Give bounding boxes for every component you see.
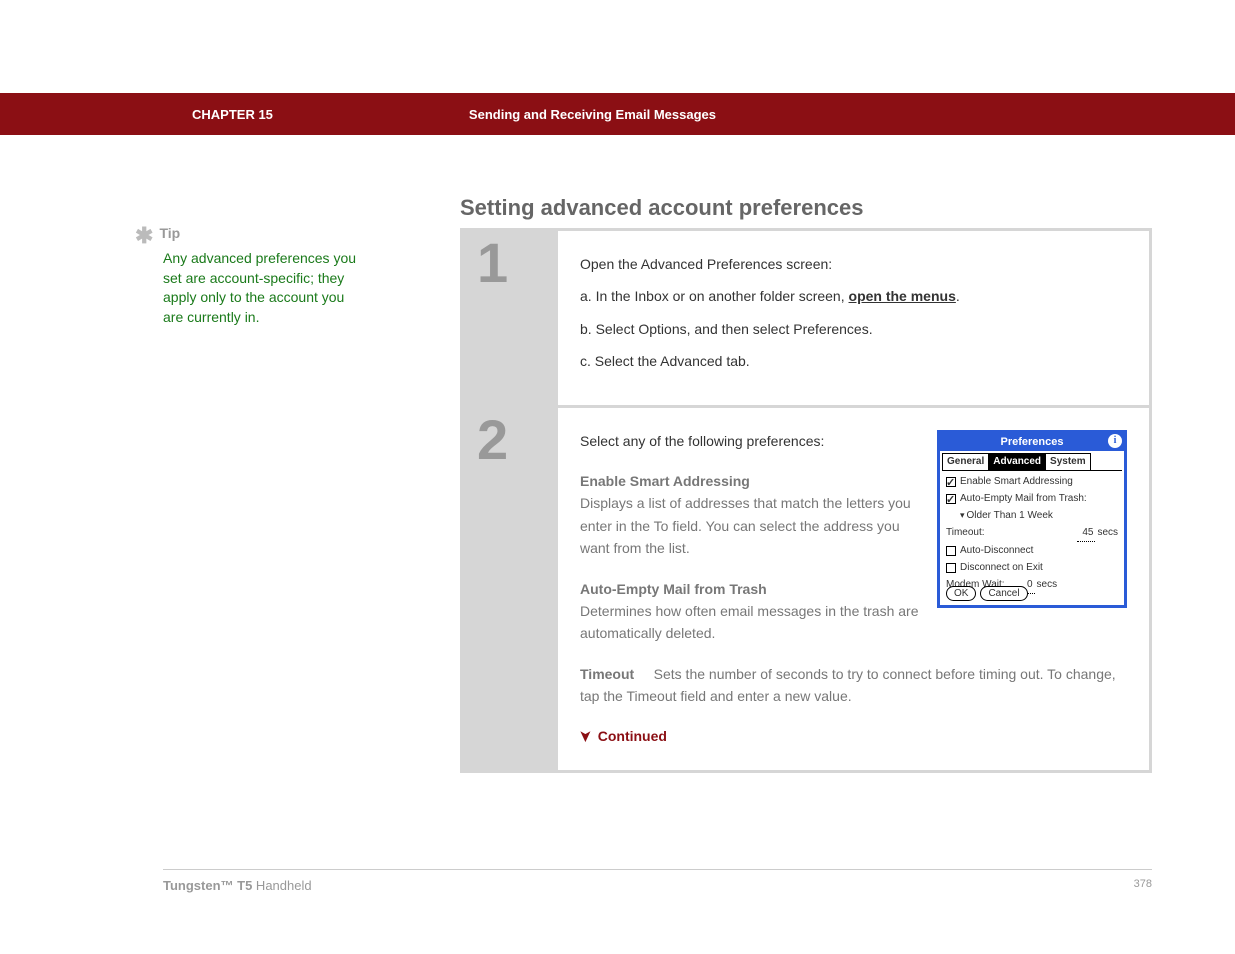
step-body: Open the Advanced Preferences screen: a.…	[558, 231, 1149, 405]
tab-general[interactable]: General	[942, 453, 989, 470]
timeout-unit: secs	[1097, 525, 1118, 541]
step1-a: a. In the Inbox or on another folder scr…	[580, 285, 1127, 307]
timeout-value: 45	[1077, 525, 1095, 542]
footer: Tungsten™ T5 Handheld 378	[163, 869, 1152, 893]
footer-page-number: 378	[1134, 878, 1152, 893]
step2-intro: Select any of the following preferences:	[580, 430, 919, 452]
modem-unit: secs	[1037, 577, 1058, 593]
tab-system[interactable]: System	[1045, 453, 1091, 470]
pref-auto-empty-desc: Determines how often email messages in t…	[580, 600, 919, 645]
chk-label: Auto-Disconnect	[960, 543, 1033, 559]
pref-auto-empty-title: Auto-Empty Mail from Trash	[580, 578, 919, 600]
pref-smart-addressing-title: Enable Smart Addressing	[580, 470, 919, 492]
chk-smart-addressing[interactable]: Enable Smart Addressing	[946, 474, 1118, 490]
footer-product-bold: Tungsten™ T5	[163, 878, 252, 893]
step1-a-suffix: .	[956, 288, 960, 304]
header-bar: CHAPTER 15 Sending and Receiving Email M…	[0, 93, 1235, 135]
dropdown-label: Older Than 1 Week	[967, 508, 1053, 524]
dropdown-older-than[interactable]: ▾ Older Than 1 Week	[960, 508, 1118, 524]
header-title: Sending and Receiving Email Messages	[469, 107, 716, 122]
chk-auto-disconnect[interactable]: Auto-Disconnect	[946, 543, 1118, 559]
pref-smart-addressing-desc: Displays a list of addresses that match …	[580, 492, 919, 559]
continued-link[interactable]: ➤ Continued	[580, 725, 1127, 747]
step1-b: b. Select Options, and then select Prefe…	[580, 318, 1127, 340]
footer-product-light: Handheld	[252, 878, 311, 893]
chapter-label: CHAPTER 15	[192, 107, 273, 122]
tip-label: Tip	[159, 225, 180, 241]
step1-intro: Open the Advanced Preferences screen:	[580, 253, 1127, 275]
info-icon[interactable]: i	[1108, 434, 1122, 448]
ok-button[interactable]: OK	[946, 586, 976, 601]
chk-label: Enable Smart Addressing	[960, 474, 1073, 490]
pref-timeout-title: Timeout	[580, 666, 634, 682]
chk-disconnect-exit[interactable]: Disconnect on Exit	[946, 560, 1118, 576]
tip-text: Any advanced preferences you set are acc…	[163, 249, 363, 327]
asterisk-icon: ✱	[135, 225, 153, 247]
continued-arrow-icon: ➤	[575, 731, 597, 743]
cancel-button[interactable]: Cancel	[980, 586, 1027, 601]
timeout-label: Timeout:	[946, 525, 985, 541]
step-body: Select any of the following preferences:…	[558, 408, 1149, 770]
step-number: 2	[477, 412, 508, 468]
chk-auto-empty[interactable]: Auto-Empty Mail from Trash:	[946, 491, 1118, 507]
dropdown-arrow-icon: ▾	[960, 508, 965, 522]
tab-advanced[interactable]: Advanced	[988, 453, 1046, 470]
step-1: 1 Open the Advanced Preferences screen: …	[463, 231, 1149, 405]
step-num-col: 1	[463, 231, 558, 405]
step-number: 1	[477, 235, 508, 291]
chk-label: Disconnect on Exit	[960, 560, 1043, 576]
footer-product: Tungsten™ T5 Handheld	[163, 878, 312, 893]
pref-timeout-desc: Sets the number of seconds to try to con…	[580, 666, 1116, 704]
tab-content: Enable Smart Addressing Auto-Empty Mail …	[940, 471, 1124, 597]
step-2: 2 Select any of the following preference…	[463, 408, 1149, 770]
screenshot-title-text: Preferences	[1001, 436, 1064, 448]
chk-label: Auto-Empty Mail from Trash:	[960, 491, 1087, 507]
timeout-field[interactable]: Timeout: 45 secs	[946, 525, 1118, 542]
tabs: General Advanced System	[942, 453, 1122, 471]
checkbox-icon	[946, 546, 956, 556]
checkbox-icon	[946, 477, 956, 487]
tip-sidebar: ✱ Tip Any advanced preferences you set a…	[135, 225, 415, 327]
steps-container: 1 Open the Advanced Preferences screen: …	[460, 228, 1152, 773]
checkbox-icon	[946, 494, 956, 504]
step1-c: c. Select the Advanced tab.	[580, 350, 1127, 372]
open-menus-link[interactable]: open the menus	[849, 288, 956, 304]
step1-a-prefix: a. In the Inbox or on another folder scr…	[580, 288, 849, 304]
screenshot-title: Preferences i	[940, 433, 1124, 451]
step-num-col: 2	[463, 408, 558, 770]
checkbox-icon	[946, 563, 956, 573]
continued-label: Continued	[598, 725, 667, 747]
preferences-screenshot: Preferences i General Advanced System En…	[937, 430, 1127, 608]
section-title: Setting advanced account preferences	[460, 195, 863, 221]
